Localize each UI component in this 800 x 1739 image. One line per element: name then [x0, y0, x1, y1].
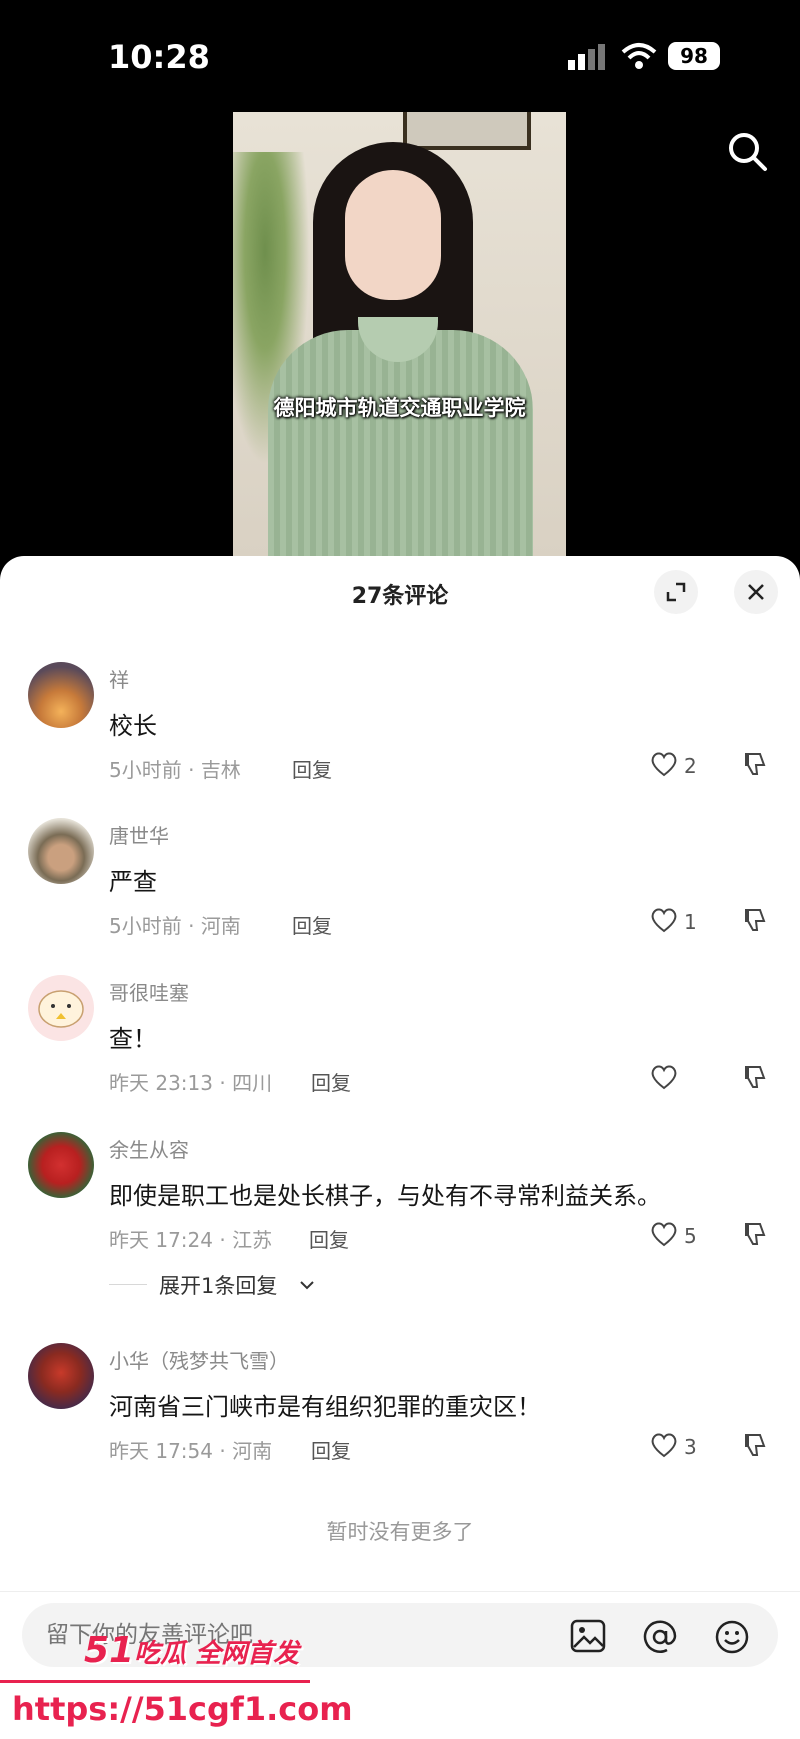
comment-meta: 昨天 23:13 · 四川 [109, 1071, 273, 1095]
dislike-icon[interactable] [740, 1220, 768, 1252]
expand-icon [666, 582, 686, 602]
like-count: 2 [684, 754, 697, 778]
comment-meta: 昨天 17:24 · 江苏 [109, 1228, 273, 1252]
comment-author[interactable]: 唐世华 [109, 820, 169, 849]
video-caption: 德阳城市轨道交通职业学院 [273, 396, 526, 420]
reply-button[interactable]: 回复 [311, 1067, 351, 1096]
wifi-icon [620, 42, 658, 74]
clock: 10:28 [108, 38, 210, 76]
mention-icon[interactable] [642, 1619, 678, 1659]
comment-meta: 昨天 17:54 · 河南 [109, 1439, 273, 1463]
signal-icon [566, 44, 610, 74]
dislike-icon[interactable] [740, 1431, 768, 1463]
search-icon[interactable] [726, 130, 770, 178]
presenter-body [268, 330, 533, 558]
comment-text: 河南省三门峡市是有组织犯罪的重灾区！ [109, 1393, 541, 1421]
avatar[interactable] [28, 1132, 94, 1198]
avatar[interactable] [28, 1343, 94, 1409]
reply-button[interactable]: 回复 [292, 910, 332, 939]
video-player[interactable]: 德阳城市轨道交通职业学院 [233, 112, 566, 558]
avatar[interactable] [28, 818, 94, 884]
comment-author[interactable]: 哥很哇塞 [109, 977, 189, 1006]
status-bar: 10:28 98 [0, 0, 800, 171]
comment-author[interactable]: 小华（残梦共飞雪） [109, 1345, 289, 1374]
input-divider [0, 1591, 800, 1592]
dislike-icon[interactable] [740, 906, 768, 938]
avatar[interactable] [28, 975, 94, 1041]
wall-frame [403, 112, 531, 150]
comment-text: 校长 [109, 712, 157, 740]
watermark-logo: 51吃瓜 全网首发 [84, 1630, 300, 1671]
watermark-url: https://51cgf1.com [12, 1690, 353, 1728]
comment-author[interactable]: 余生从容 [109, 1134, 189, 1163]
close-icon [748, 584, 764, 600]
divider-line [109, 1284, 147, 1285]
comment-text: 严查 [109, 868, 157, 896]
close-button[interactable] [734, 570, 778, 614]
avatar[interactable] [28, 662, 94, 728]
emoji-icon[interactable] [714, 1619, 750, 1659]
expand-button[interactable] [654, 570, 698, 614]
dislike-icon[interactable] [740, 750, 768, 782]
like-count: 1 [684, 910, 697, 934]
comment-meta: 5小时前 · 吉林 [109, 758, 241, 782]
heart-icon[interactable] [650, 1221, 678, 1251]
heart-icon[interactable] [650, 1064, 678, 1094]
like-count: 5 [684, 1224, 697, 1248]
chevron-down-icon [299, 1276, 315, 1295]
presenter-face [345, 170, 441, 300]
reply-button[interactable]: 回复 [311, 1435, 351, 1464]
dislike-icon[interactable] [740, 1063, 768, 1095]
image-icon[interactable] [570, 1619, 606, 1657]
comment-text: 查！ [109, 1025, 157, 1053]
reply-button[interactable]: 回复 [292, 754, 332, 783]
heart-icon[interactable] [650, 907, 678, 937]
comment-text: 即使是职工也是处长棋子，与处有不寻常利益关系。 [109, 1182, 661, 1210]
expand-replies-label: 展开1条回复 [159, 1274, 278, 1298]
watermark-underline [0, 1680, 310, 1683]
comment-meta: 5小时前 · 河南 [109, 914, 241, 938]
heart-icon[interactable] [650, 1432, 678, 1462]
battery-indicator: 98 [668, 42, 720, 70]
comment-author[interactable]: 祥 [109, 664, 129, 693]
heart-icon[interactable] [650, 751, 678, 781]
like-count: 3 [684, 1435, 697, 1459]
reply-button[interactable]: 回复 [309, 1224, 349, 1253]
end-of-list-label: 暂时没有更多了 [326, 1520, 474, 1544]
